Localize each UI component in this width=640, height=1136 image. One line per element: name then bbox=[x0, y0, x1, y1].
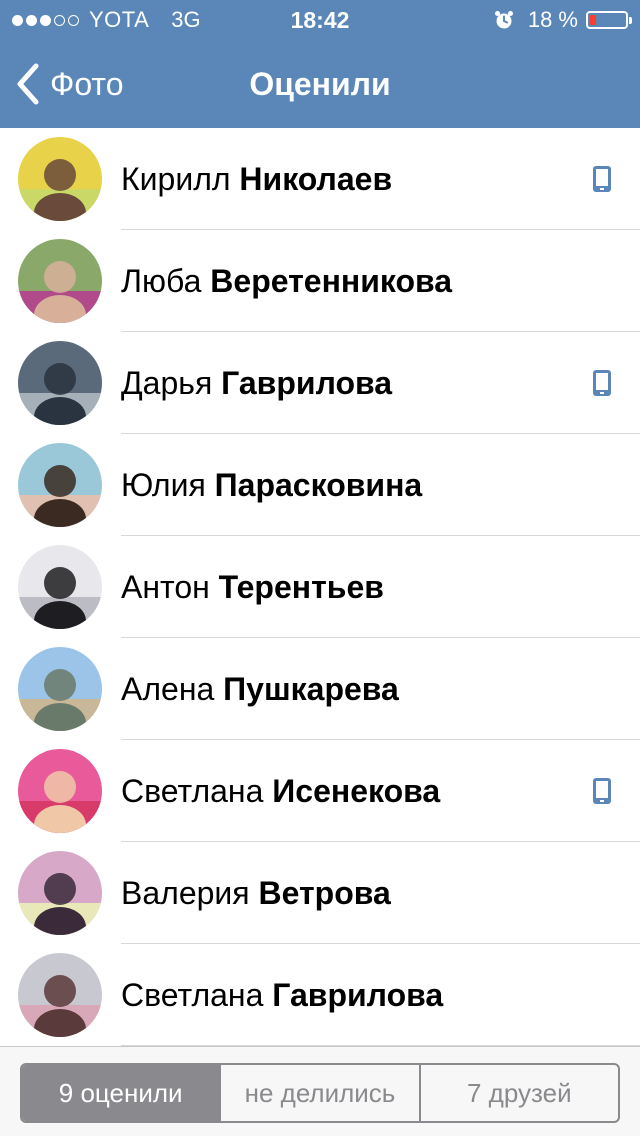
segment-1[interactable]: 9 оценили bbox=[22, 1065, 220, 1121]
first-name: Юлия bbox=[121, 467, 206, 503]
last-name: Пушкарева bbox=[223, 671, 399, 707]
liked-users-list: Кирилл Николаев Люба Веретенникова Дарья Г… bbox=[0, 128, 640, 1046]
page-title: Оценили bbox=[249, 66, 391, 102]
first-name: Кирилл bbox=[121, 161, 231, 197]
first-name: Светлана bbox=[121, 773, 264, 809]
user-row[interactable]: Дарья Гаврилова bbox=[0, 332, 640, 434]
filter-segmented-control: 9 оценили не делились 7 друзей bbox=[20, 1063, 620, 1123]
avatar[interactable] bbox=[18, 953, 102, 1037]
status-bar: YOTA 3G 18:42 18 % bbox=[0, 0, 640, 40]
avatar[interactable] bbox=[18, 443, 102, 527]
header: YOTA 3G 18:42 18 % Фото Оценили bbox=[0, 0, 640, 128]
user-name: Алена Пушкарева bbox=[121, 638, 399, 740]
user-row[interactable]: Юлия Парасковина bbox=[0, 434, 640, 536]
user-name: Юлия Парасковина bbox=[121, 434, 422, 536]
user-name: Валерия Ветрова bbox=[121, 842, 391, 944]
navigation-bar: Фото Оценили bbox=[0, 40, 640, 128]
user-row[interactable]: Светлана Исенекова bbox=[0, 740, 640, 842]
mobile-phone-icon bbox=[593, 778, 611, 804]
user-name: Люба Веретенникова bbox=[121, 230, 452, 332]
avatar[interactable] bbox=[18, 239, 102, 323]
user-row[interactable]: Алена Пушкарева bbox=[0, 638, 640, 740]
avatar[interactable] bbox=[18, 545, 102, 629]
user-row[interactable]: Светлана Гаврилова bbox=[0, 944, 640, 1046]
battery-icon bbox=[586, 11, 632, 29]
last-name: Ветрова bbox=[258, 875, 391, 911]
user-name: Светлана Гаврилова bbox=[121, 944, 443, 1046]
mobile-phone-icon bbox=[593, 166, 611, 192]
user-row[interactable]: Люба Веретенникова bbox=[0, 230, 640, 332]
user-name: Антон Терентьев bbox=[121, 536, 384, 638]
avatar[interactable] bbox=[18, 137, 102, 221]
avatar[interactable] bbox=[18, 851, 102, 935]
mobile-phone-icon bbox=[593, 370, 611, 396]
avatar[interactable] bbox=[18, 647, 102, 731]
last-name: Веретенникова bbox=[210, 263, 453, 299]
alarm-clock-icon bbox=[494, 11, 513, 29]
last-name: Николаев bbox=[239, 161, 393, 197]
first-name: Дарья bbox=[121, 365, 213, 401]
avatar[interactable] bbox=[18, 749, 102, 833]
bottom-toolbar: 9 оценили не делились 7 друзей bbox=[0, 1046, 640, 1136]
last-name: Терентьев bbox=[218, 569, 384, 605]
user-row[interactable]: Кирилл Николаев bbox=[0, 128, 640, 230]
avatar[interactable] bbox=[18, 341, 102, 425]
user-name: Кирилл Николаев bbox=[121, 128, 392, 230]
user-row[interactable]: Валерия Ветрова bbox=[0, 842, 640, 944]
user-row[interactable]: Антон Терентьев bbox=[0, 536, 640, 638]
last-name: Исенекова bbox=[272, 773, 441, 809]
segment-3[interactable]: 7 друзей bbox=[418, 1065, 618, 1121]
last-name: Гаврилова bbox=[272, 977, 444, 1013]
first-name: Антон bbox=[121, 569, 210, 605]
user-name: Дарья Гаврилова bbox=[121, 332, 392, 434]
first-name: Люба bbox=[121, 263, 202, 299]
last-name: Гаврилова bbox=[221, 365, 393, 401]
first-name: Алена bbox=[121, 671, 215, 707]
segment-2[interactable]: не делились bbox=[219, 1065, 418, 1121]
user-name: Светлана Исенекова bbox=[121, 740, 440, 842]
last-name: Парасковина bbox=[214, 467, 423, 503]
first-name: Светлана bbox=[121, 977, 264, 1013]
first-name: Валерия bbox=[121, 875, 250, 911]
battery-percentage: 18 % bbox=[527, 7, 578, 32]
